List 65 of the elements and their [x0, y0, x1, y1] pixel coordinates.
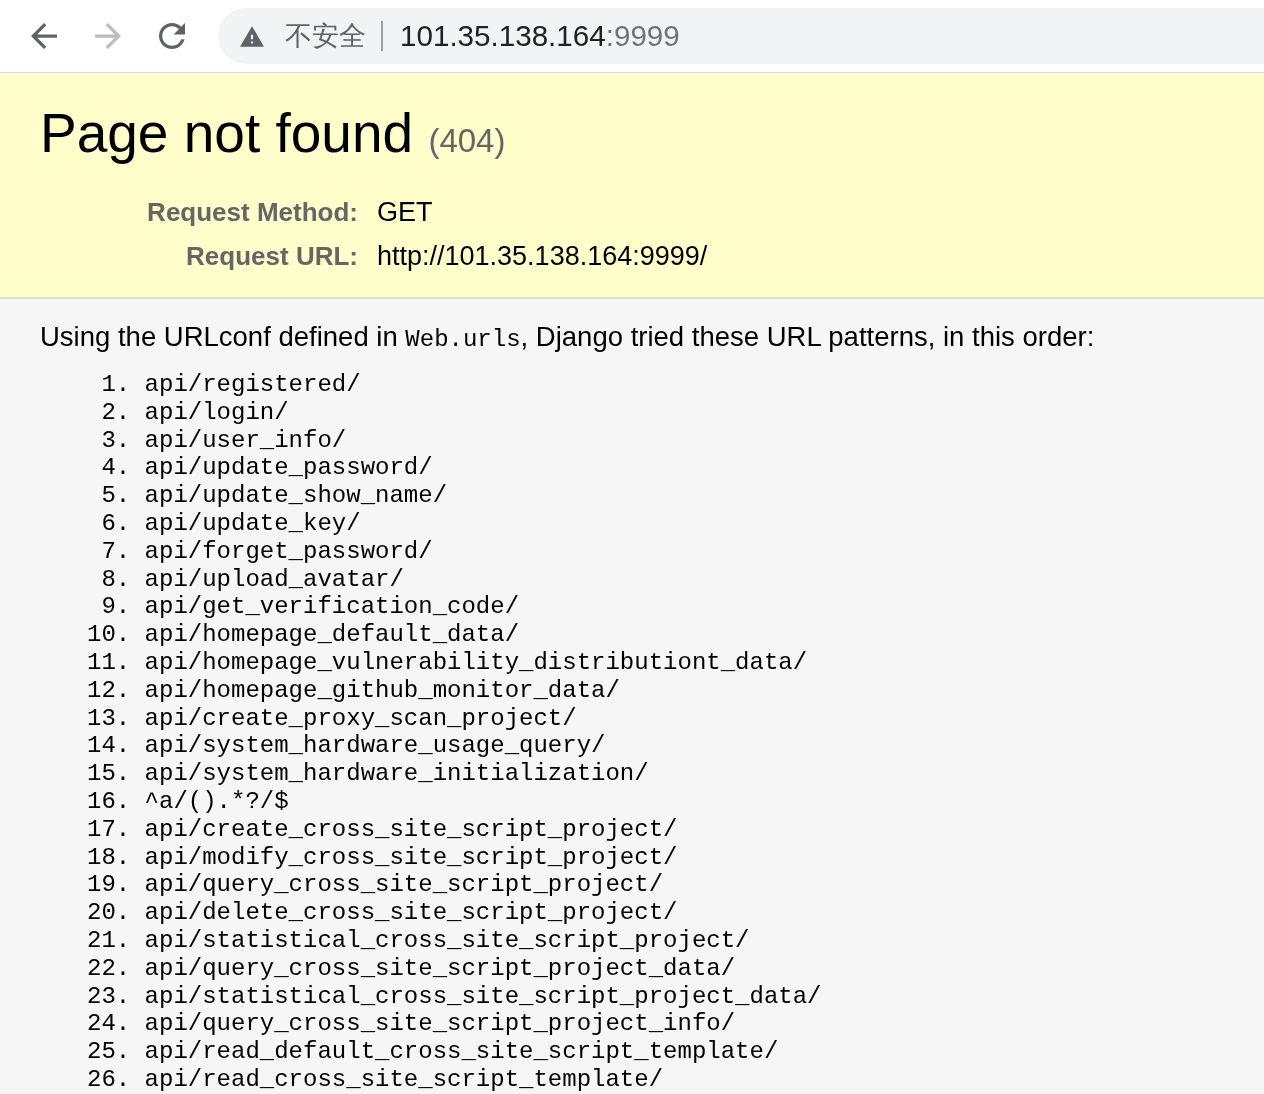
list-number: 21.: [87, 926, 131, 955]
list-number: 2.: [100, 398, 131, 427]
url-pattern: api/query_cross_site_script_project/: [144, 871, 664, 900]
field-label: Request URL:: [185, 240, 358, 273]
url-pattern: api/homepage_github_monitor_data/: [144, 676, 620, 705]
list-number: 6.: [100, 510, 131, 538]
list-number: 15.: [87, 760, 131, 788]
url-text: 101.35.138.164:9999: [400, 19, 680, 53]
url-pattern: api/update_password/: [144, 454, 433, 483]
list-number: 16.: [87, 787, 131, 816]
url-pattern: api/read_cross_site_script_template/: [144, 1065, 664, 1094]
list-number: 12.: [87, 676, 131, 705]
url-pattern: api/query_cross_site_script_project_info/: [144, 1010, 736, 1039]
list-number: 14.: [87, 732, 131, 761]
url-pattern: api/read_default_cross_site_script_template/: [144, 1038, 779, 1066]
field-value: http://101.35.138.164:9999/: [377, 240, 708, 273]
reload-icon: [159, 23, 185, 49]
list-number: 23.: [87, 982, 131, 1011]
list-number: 3.: [100, 426, 131, 455]
list-number: 8.: [100, 565, 131, 594]
field-label: Request Method:: [146, 196, 358, 229]
url-pattern: api/user_info/: [144, 426, 347, 455]
url-pattern: api/create_cross_site_script_project/: [144, 815, 678, 844]
url-pattern: api/upload_avatar/: [144, 565, 404, 594]
security-label[interactable]: 不安全: [285, 18, 366, 54]
list-number: 5.: [100, 482, 131, 510]
list-number: 9.: [100, 593, 131, 622]
list-number: 11.: [87, 648, 131, 677]
list-number: 26.: [87, 1065, 131, 1094]
page-title: Page not found (404): [40, 101, 507, 166]
url-pattern: api/registered/: [144, 371, 361, 399]
list-number: 7.: [100, 537, 131, 566]
field-value: GET: [377, 196, 434, 229]
url-pattern: api/homepage_default_data/: [144, 621, 520, 649]
list-number: 24.: [87, 1010, 131, 1039]
url-pattern: api/update_key/: [144, 510, 361, 538]
url-pattern: api/query_cross_site_script_project_data/: [144, 954, 736, 983]
list-number: 18.: [87, 843, 131, 872]
url-pattern: api/system_hardware_initialization/: [144, 760, 649, 788]
left-arrow-icon: [31, 23, 57, 49]
url-pattern: api/system_hardware_usage_query/: [144, 732, 606, 761]
url-pattern: ^a/().*?/$: [144, 787, 289, 816]
list-number: 17.: [87, 815, 131, 844]
url-pattern: api/update_show_name/: [144, 482, 448, 510]
list-number: 25.: [87, 1038, 131, 1066]
list-number: 19.: [87, 871, 131, 900]
url-pattern: api/login/: [144, 398, 289, 427]
url-pattern: api/forget_password/: [144, 537, 433, 566]
url-pattern: api/statistical_cross_site_script_project_data/: [144, 982, 822, 1011]
url-pattern: api/delete_cross_site_script_project/: [144, 899, 678, 927]
url-pattern: api/statistical_cross_site_script_project/: [144, 926, 750, 955]
address-bar[interactable]: 不安全 101.35.138.164:9999: [218, 8, 1264, 64]
list-number: 13.: [87, 704, 131, 733]
warning-icon: [240, 25, 264, 47]
url-pattern: api/get_verification_code/: [144, 593, 520, 622]
url-pattern: api/homepage_vulnerability_distributiont_data/: [144, 648, 808, 677]
url-pattern: api/modify_cross_site_script_project/: [144, 843, 678, 872]
right-arrow-icon: [95, 23, 121, 49]
list-number: 22.: [87, 954, 131, 983]
list-number: 10.: [87, 621, 131, 649]
url-pattern: api/create_proxy_scan_project/: [144, 704, 577, 733]
list-number: 4.: [100, 454, 131, 483]
intro-text: Using the URLconf defined in Web.urls, Django tried these URL patterns, in this order:: [40, 322, 1096, 355]
list-number: 1.: [100, 371, 131, 399]
list-number: 20.: [87, 899, 131, 927]
